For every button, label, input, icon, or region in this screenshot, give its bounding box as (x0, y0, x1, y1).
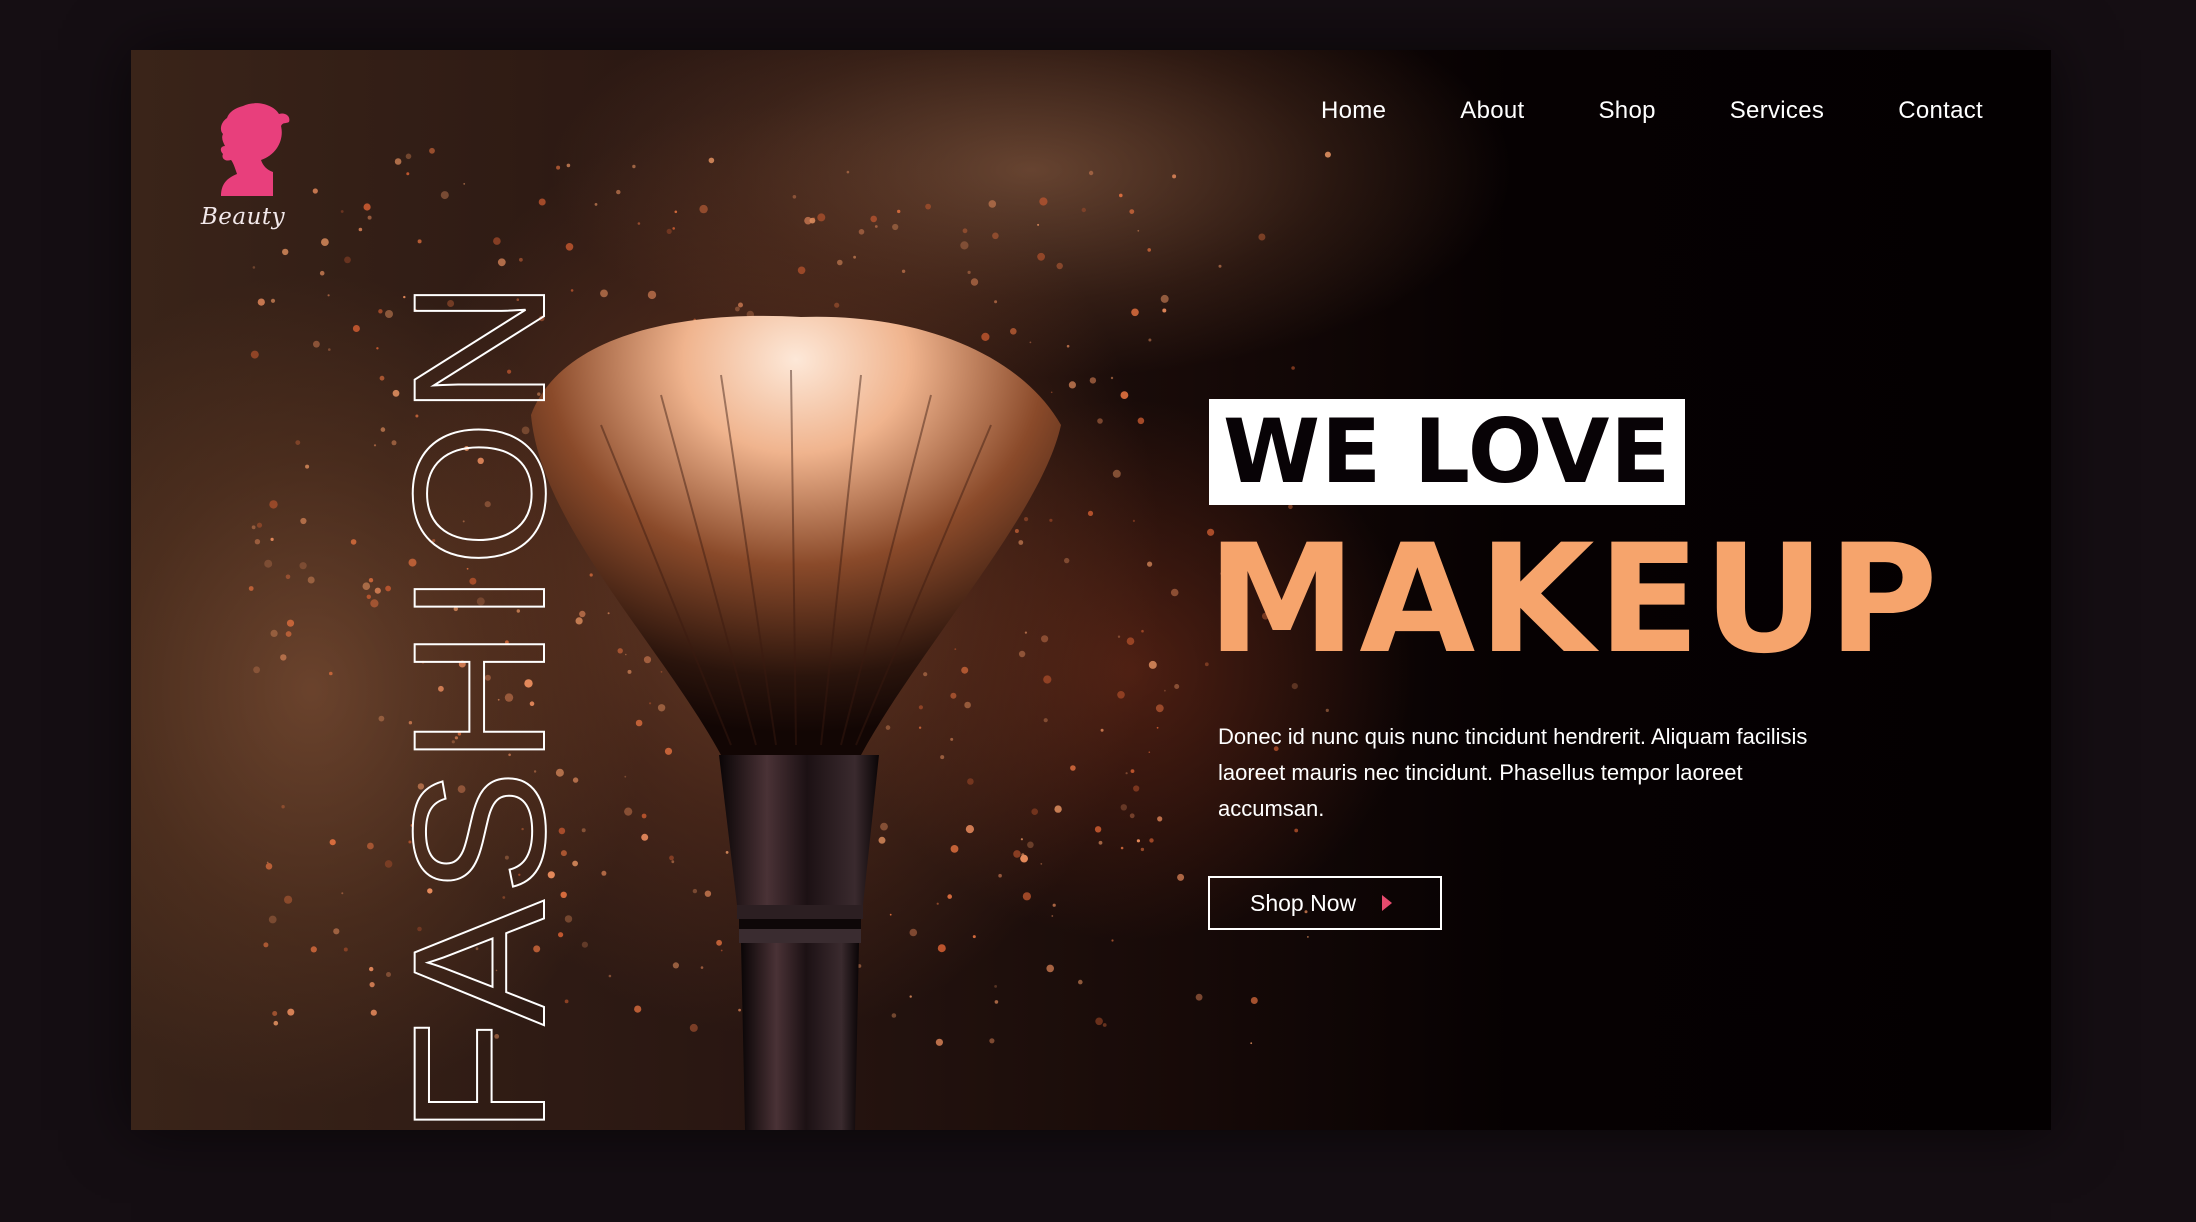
logo[interactable]: Beauty (197, 100, 307, 230)
woman-silhouette-icon (220, 103, 290, 196)
play-triangle-icon (1382, 895, 1393, 911)
nav-shop[interactable]: Shop (1598, 97, 1655, 125)
nav-home[interactable]: Home (1321, 97, 1386, 125)
vertical-word-text: FASHION (374, 275, 584, 1130)
logo-text: Beauty (200, 204, 286, 230)
nav-services[interactable]: Services (1730, 97, 1824, 125)
hero-banner: Beauty Home About Shop Services Contact (131, 50, 2051, 1130)
main-nav: Home About Shop Services Contact (1321, 97, 1983, 125)
shop-now-button[interactable]: Shop Now (1208, 876, 1442, 930)
makeup-brush-image (531, 315, 1061, 1130)
hero-description: Donec id nunc quis nunc tincidunt hendre… (1218, 724, 1808, 821)
nav-about[interactable]: About (1460, 97, 1524, 125)
nav-contact[interactable]: Contact (1898, 97, 1983, 125)
vertical-outline-title: FASHION (373, 170, 585, 1130)
hero-tagline: WE LOVE (1209, 399, 1686, 505)
hero-title: MAKEUP (1207, 513, 1941, 687)
shop-now-label: Shop Now (1250, 889, 1357, 916)
